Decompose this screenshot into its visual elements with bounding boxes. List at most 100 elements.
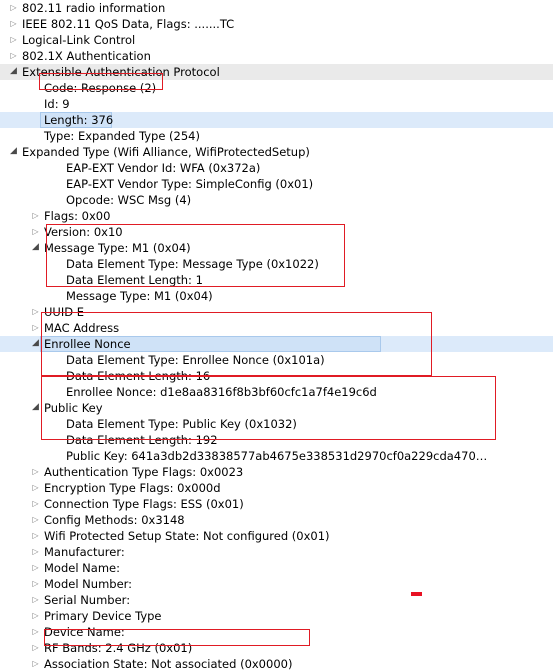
tree-row[interactable]: Id: 9 — [0, 96, 553, 112]
tree-row-label: Logical-Link Control — [22, 33, 136, 47]
collapse-triangle-icon[interactable]: ▷ — [8, 32, 19, 48]
collapse-triangle-icon[interactable]: ▷ — [30, 592, 41, 608]
tree-row[interactable]: Length: 376 — [0, 112, 553, 128]
tree-row[interactable]: ▷ Model Number: — [0, 576, 553, 592]
tree-row[interactable]: ◢ Public Key — [0, 400, 553, 416]
tree-row-label: Code: Response (2) — [44, 81, 157, 95]
collapse-triangle-icon[interactable]: ▷ — [30, 496, 41, 512]
collapse-triangle-icon[interactable]: ▷ — [30, 576, 41, 592]
collapse-triangle-icon[interactable]: ▷ — [30, 224, 41, 240]
collapse-triangle-icon[interactable]: ▷ — [30, 608, 41, 624]
expand-triangle-icon[interactable]: ◢ — [8, 144, 19, 160]
tree-row[interactable]: ▷ Device Name: — [0, 624, 553, 640]
tree-row-label: Config Methods: 0x3148 — [44, 513, 185, 527]
tree-row[interactable]: Enrollee Nonce: d1e8aa8316f8b3bf60cfc1a7… — [0, 384, 553, 400]
expand-triangle-icon[interactable]: ◢ — [8, 64, 19, 80]
tree-row[interactable]: ▷ Flags: 0x00 — [0, 208, 553, 224]
tree-row[interactable]: ▷ Logical-Link Control — [0, 32, 553, 48]
tree-row-label: Extensible Authentication Protocol — [22, 65, 220, 79]
tree-row[interactable]: ▷ Association State: Not associated (0x00… — [0, 656, 553, 672]
tree-row-label: Serial Number: — [44, 593, 131, 607]
tree-row-label: Manufacturer: — [44, 545, 125, 559]
tree-row-label: Data Element Type: Message Type (0x1022) — [66, 257, 319, 271]
tree-row[interactable]: ▷ Manufacturer: — [0, 544, 553, 560]
tree-row-label: 802.11 radio information — [22, 1, 166, 15]
tree-row-label: Encryption Type Flags: 0x000d — [44, 481, 221, 495]
tree-row[interactable]: ▷ IEEE 802.11 QoS Data, Flags: .......TC — [0, 16, 553, 32]
collapse-triangle-icon[interactable]: ▷ — [30, 544, 41, 560]
tree-row-label: Message Type: M1 (0x04) — [66, 289, 213, 303]
tree-row[interactable]: Data Element Length: 16 — [0, 368, 553, 384]
tree-row[interactable]: ▷ 802.11 radio information — [0, 0, 553, 16]
collapse-triangle-icon[interactable]: ▷ — [30, 560, 41, 576]
tree-row-label: MAC Address — [44, 321, 120, 335]
collapse-triangle-icon[interactable]: ▷ — [30, 320, 41, 336]
tree-row[interactable]: Data Element Length: 1 — [0, 272, 553, 288]
tree-row-label: EAP-EXT Vendor Type: SimpleConfig (0x01) — [66, 177, 314, 191]
tree-row[interactable]: Data Element Type: Public Key (0x1032) — [0, 416, 553, 432]
tree-row-label: Data Element Type: Public Key (0x1032) — [66, 417, 297, 431]
tree-row-label: Data Element Length: 16 — [66, 369, 211, 383]
tree-row-label: Data Element Type: Enrollee Nonce (0x101… — [66, 353, 325, 367]
tree-row[interactable]: ▷ 802.1X Authentication — [0, 48, 553, 64]
tree-row-label: Enrollee Nonce: d1e8aa8316f8b3bf60cfc1a7… — [66, 385, 377, 399]
tree-row[interactable]: Data Element Type: Enrollee Nonce (0x101… — [0, 352, 553, 368]
tree-row[interactable]: Code: Response (2) — [0, 80, 553, 96]
tree-row[interactable]: Type: Expanded Type (254) — [0, 128, 553, 144]
tree-row[interactable]: ▷ RF Bands: 2.4 GHz (0x01) — [0, 640, 553, 656]
collapse-triangle-icon[interactable]: ▷ — [30, 624, 41, 640]
tree-row-label: Authentication Type Flags: 0x0023 — [44, 465, 244, 479]
expand-triangle-icon[interactable]: ◢ — [30, 336, 41, 352]
tree-row[interactable]: Public Key: 641a3db2d33838577ab4675e3385… — [0, 448, 553, 464]
tree-row[interactable]: ◢ Extensible Authentication Protocol — [0, 64, 553, 80]
tree-row-label: Data Element Length: 1 — [66, 273, 203, 287]
tree-row[interactable]: ▷ UUID E — [0, 304, 553, 320]
tree-row[interactable]: ◢ Expanded Type (Wifi Alliance, WifiProte… — [0, 144, 553, 160]
collapse-triangle-icon[interactable]: ▷ — [30, 528, 41, 544]
tree-row[interactable]: Opcode: WSC Msg (4) — [0, 192, 553, 208]
collapse-triangle-icon[interactable]: ▷ — [8, 48, 19, 64]
tree-row[interactable]: EAP-EXT Vendor Type: SimpleConfig (0x01) — [0, 176, 553, 192]
tree-row-label: Id: 9 — [44, 97, 70, 111]
tree-row-label: Type: Expanded Type (254) — [44, 129, 200, 143]
collapse-triangle-icon[interactable]: ▷ — [30, 512, 41, 528]
tree-row-label: Model Name: — [44, 561, 120, 575]
tree-row[interactable]: Message Type: M1 (0x04) — [0, 288, 553, 304]
tree-row[interactable]: ▷ Version: 0x10 — [0, 224, 553, 240]
tree-row[interactable]: ▷ Model Name: — [0, 560, 553, 576]
tree-row[interactable]: Data Element Type: Message Type (0x1022) — [0, 256, 553, 272]
packet-details-tree[interactable]: ▷ 802.11 radio information ▷ IEEE 802.11 Qo… — [0, 0, 553, 672]
tree-row-label: RF Bands: 2.4 GHz (0x01) — [44, 641, 193, 655]
collapse-triangle-icon[interactable]: ▷ — [30, 480, 41, 496]
collapse-triangle-icon[interactable]: ▷ — [30, 208, 41, 224]
tree-row-label: 802.1X Authentication — [22, 49, 151, 63]
tree-row[interactable]: ▷ Encryption Type Flags: 0x000d — [0, 480, 553, 496]
tree-row[interactable]: ▷ Serial Number: — [0, 592, 553, 608]
tree-row-label: Version: 0x10 — [44, 225, 123, 239]
tree-row[interactable]: ▷ Authentication Type Flags: 0x0023 — [0, 464, 553, 480]
tree-row-label: Opcode: WSC Msg (4) — [66, 193, 192, 207]
tree-row-label: Expanded Type (Wifi Alliance, WifiProtec… — [22, 145, 310, 159]
collapse-triangle-icon[interactable]: ▷ — [30, 656, 41, 672]
expand-triangle-icon[interactable]: ◢ — [30, 240, 41, 256]
tree-row-label: Association State: Not associated (0x000… — [44, 657, 293, 671]
tree-row[interactable]: ▷ Connection Type Flags: ESS (0x01) — [0, 496, 553, 512]
tree-row[interactable]: ▷ Config Methods: 0x3148 — [0, 512, 553, 528]
collapse-triangle-icon[interactable]: ▷ — [8, 16, 19, 32]
tree-row[interactable]: ◢ Message Type: M1 (0x04) — [0, 240, 553, 256]
tree-row[interactable]: Data Element Length: 192 — [0, 432, 553, 448]
tree-row[interactable]: ▷ Wifi Protected Setup State: Not configu… — [0, 528, 553, 544]
collapse-triangle-icon[interactable]: ▷ — [30, 640, 41, 656]
tree-row-label: IEEE 802.11 QoS Data, Flags: .......TC — [22, 17, 235, 31]
tree-row[interactable]: EAP-EXT Vendor Id: WFA (0x372a) — [0, 160, 553, 176]
tree-row-label: UUID E — [44, 305, 85, 319]
tree-row[interactable]: ▷ Primary Device Type — [0, 608, 553, 624]
tree-row[interactable]: ◢ Enrollee Nonce — [0, 336, 553, 352]
collapse-triangle-icon[interactable]: ▷ — [8, 0, 19, 16]
expand-triangle-icon[interactable]: ◢ — [30, 400, 41, 416]
tree-row-label: Device Name: — [44, 625, 125, 639]
collapse-triangle-icon[interactable]: ▷ — [30, 304, 41, 320]
tree-row[interactable]: ▷ MAC Address — [0, 320, 553, 336]
tree-row-label: Wifi Protected Setup State: Not configur… — [44, 529, 330, 543]
collapse-triangle-icon[interactable]: ▷ — [30, 464, 41, 480]
